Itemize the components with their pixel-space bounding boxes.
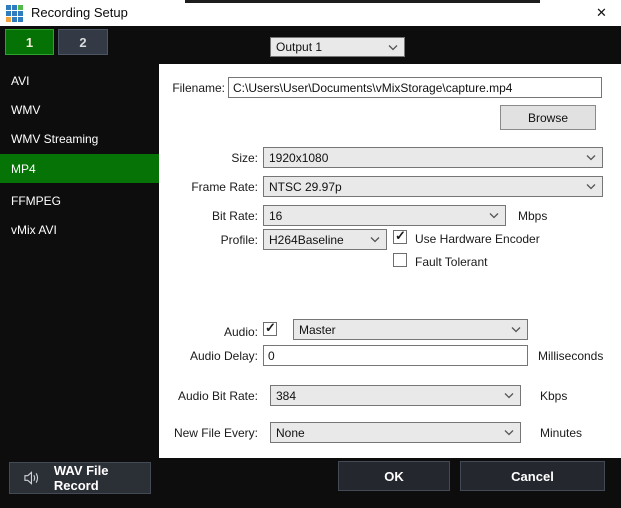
- fault-tolerant-label: Fault Tolerant: [415, 255, 488, 269]
- chevron-down-icon: [511, 327, 521, 333]
- sidebar-item-wmv-streaming[interactable]: WMV Streaming: [0, 124, 159, 153]
- sidebar-item-ffmpeg[interactable]: FFMPEG: [0, 186, 159, 215]
- wav-file-record-label: WAV File Record: [54, 463, 150, 493]
- tab-output-1[interactable]: 1: [5, 29, 54, 55]
- size-value: 1920x1080: [269, 151, 328, 165]
- audio-delay-label: Audio Delay:: [159, 349, 258, 363]
- audio-bit-rate-unit: Kbps: [540, 389, 567, 403]
- audio-label: Audio:: [159, 325, 258, 339]
- sidebar-item-wmv[interactable]: WMV: [0, 95, 159, 124]
- filename-label: Filename:: [159, 81, 225, 95]
- browse-button[interactable]: Browse: [500, 105, 596, 130]
- frame-rate-label: Frame Rate:: [159, 180, 258, 194]
- new-file-every-select[interactable]: None: [270, 422, 521, 443]
- output-select[interactable]: Output 1: [270, 37, 405, 57]
- app-logo-icon: [6, 5, 23, 22]
- chevron-down-icon: [504, 430, 514, 436]
- sidebar-item-label: MP4: [11, 162, 36, 176]
- ok-button[interactable]: OK: [338, 461, 450, 491]
- audio-checkbox[interactable]: ✓: [263, 322, 277, 336]
- sidebar-item-label: WMV: [11, 103, 40, 117]
- size-select[interactable]: 1920x1080: [263, 147, 603, 168]
- check-icon: ✓: [395, 228, 406, 244]
- sidebar-item-label: vMix AVI: [11, 223, 57, 237]
- chevron-down-icon: [504, 393, 514, 399]
- fault-tolerant-checkbox[interactable]: [393, 253, 407, 267]
- sidebar-item-mp4[interactable]: MP4: [0, 154, 159, 183]
- settings-panel: Filename: Browse Size: 1920x1080 Frame R…: [159, 64, 621, 458]
- output-select-value: Output 1: [276, 40, 322, 54]
- cancel-button[interactable]: Cancel: [460, 461, 605, 491]
- sidebar-item-label: FFMPEG: [11, 194, 61, 208]
- bit-rate-unit: Mbps: [518, 209, 547, 223]
- audio-source-value: Master: [299, 323, 336, 337]
- tab-output-2[interactable]: 2: [58, 29, 108, 55]
- chevron-down-icon: [586, 155, 596, 161]
- profile-select[interactable]: H264Baseline: [263, 229, 387, 250]
- background-window-strip: [185, 0, 540, 3]
- window-title: Recording Setup: [31, 5, 128, 20]
- audio-bit-rate-label: Audio Bit Rate:: [159, 389, 258, 403]
- chevron-down-icon: [370, 237, 380, 243]
- new-file-every-label: New File Every:: [159, 426, 258, 440]
- sidebar-item-avi[interactable]: AVI: [0, 66, 159, 95]
- audio-source-select[interactable]: Master: [293, 319, 528, 340]
- profile-value: H264Baseline: [269, 233, 344, 247]
- new-file-every-unit: Minutes: [540, 426, 582, 440]
- bit-rate-value: 16: [269, 209, 282, 223]
- bit-rate-select[interactable]: 16: [263, 205, 506, 226]
- profile-label: Profile:: [159, 233, 258, 247]
- sidebar-item-vmix-avi[interactable]: vMix AVI: [0, 215, 159, 244]
- sidebar-item-label: AVI: [11, 74, 29, 88]
- audio-delay-input[interactable]: [263, 345, 528, 366]
- wav-file-record-button[interactable]: WAV File Record: [9, 462, 151, 494]
- chevron-down-icon: [586, 184, 596, 190]
- check-icon: ✓: [265, 320, 276, 336]
- bit-rate-label: Bit Rate:: [159, 209, 258, 223]
- audio-delay-unit: Milliseconds: [538, 349, 603, 363]
- use-hardware-encoder-checkbox[interactable]: ✓: [393, 230, 407, 244]
- close-icon[interactable]: ✕: [582, 0, 621, 26]
- frame-rate-value: NTSC 29.97p: [269, 180, 342, 194]
- new-file-every-value: None: [276, 426, 305, 440]
- speaker-icon: [24, 471, 40, 485]
- size-label: Size:: [159, 151, 258, 165]
- audio-bit-rate-select[interactable]: 384: [270, 385, 521, 406]
- use-hardware-encoder-label: Use Hardware Encoder: [415, 232, 540, 246]
- sidebar-item-label: WMV Streaming: [11, 132, 98, 146]
- chevron-down-icon: [388, 45, 398, 51]
- audio-bit-rate-value: 384: [276, 389, 296, 403]
- chevron-down-icon: [489, 213, 499, 219]
- filename-input[interactable]: [228, 77, 602, 98]
- title-bar: Recording Setup ✕: [0, 0, 621, 26]
- frame-rate-select[interactable]: NTSC 29.97p: [263, 176, 603, 197]
